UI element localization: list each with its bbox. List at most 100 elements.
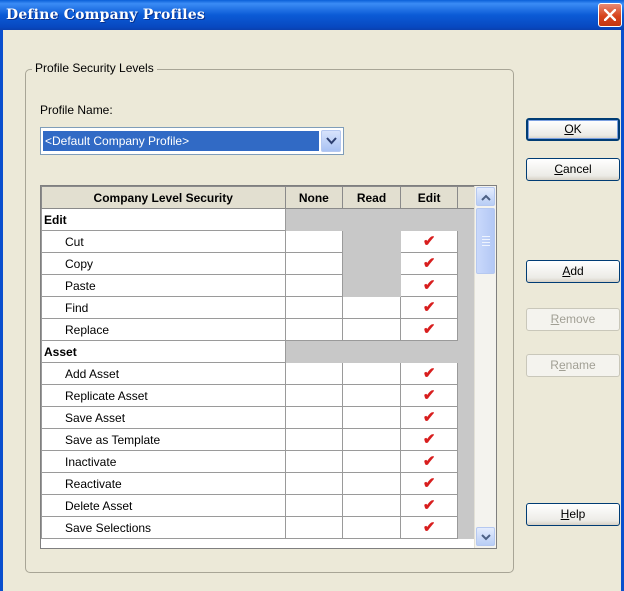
read-cell[interactable] <box>342 252 401 275</box>
table-row[interactable]: Copy ✔ <box>41 252 496 275</box>
read-cell[interactable] <box>342 362 401 385</box>
read-cell[interactable] <box>342 318 401 341</box>
none-cell[interactable] <box>284 362 344 385</box>
column-header-edit[interactable]: Edit <box>399 186 459 209</box>
read-cell[interactable] <box>342 406 401 429</box>
scroll-down-button[interactable] <box>476 527 495 546</box>
none-cell[interactable] <box>284 230 344 253</box>
none-cell[interactable] <box>284 516 344 539</box>
table-row[interactable]: Save as Template ✔ <box>41 428 496 451</box>
security-grid[interactable]: Company Level Security None Read Edit Ed… <box>40 185 497 549</box>
window-border-left <box>0 30 3 591</box>
section-row: Asset <box>41 340 496 363</box>
permission-label: Find <box>41 296 286 319</box>
edit-cell[interactable]: ✔ <box>399 230 459 253</box>
checkmark-icon: ✔ <box>422 232 436 250</box>
scroll-thumb[interactable] <box>476 208 495 274</box>
edit-cell[interactable]: ✔ <box>399 252 459 275</box>
ok-button[interactable]: OK <box>526 118 620 141</box>
read-cell[interactable] <box>342 472 401 495</box>
checkmark-icon: ✔ <box>422 276 436 294</box>
none-cell[interactable] <box>284 252 344 275</box>
none-cell[interactable] <box>284 494 344 517</box>
none-cell[interactable] <box>284 428 344 451</box>
chevron-down-icon <box>481 534 491 541</box>
window-title: Define Company Profiles <box>6 7 205 23</box>
edit-cell[interactable]: ✔ <box>399 450 459 473</box>
profile-name-label: Profile Name: <box>40 103 113 117</box>
permission-label: Cut <box>41 230 286 253</box>
table-row[interactable]: Save Asset ✔ <box>41 406 496 429</box>
edit-cell[interactable]: ✔ <box>399 318 459 341</box>
checkmark-icon: ✔ <box>422 298 436 316</box>
column-header-none[interactable]: None <box>284 186 344 209</box>
column-header-read[interactable]: Read <box>342 186 401 209</box>
column-header-security[interactable]: Company Level Security <box>41 186 286 209</box>
read-cell[interactable] <box>342 450 401 473</box>
table-row[interactable]: Replicate Asset ✔ <box>41 384 496 407</box>
table-row[interactable]: Add Asset ✔ <box>41 362 496 385</box>
section-cell <box>342 208 401 231</box>
edit-cell[interactable]: ✔ <box>399 494 459 517</box>
permission-label: Paste <box>41 274 286 297</box>
section-cell <box>399 208 459 231</box>
read-cell[interactable] <box>342 516 401 539</box>
none-cell[interactable] <box>284 472 344 495</box>
profile-dropdown-button[interactable] <box>321 130 341 152</box>
table-row[interactable]: Find ✔ <box>41 296 496 319</box>
group-legend: Profile Security Levels <box>32 61 157 75</box>
permission-label: Reactivate <box>41 472 286 495</box>
table-row[interactable]: Replace ✔ <box>41 318 496 341</box>
chevron-up-icon <box>481 194 491 201</box>
read-cell[interactable] <box>342 296 401 319</box>
table-row[interactable]: Reactivate ✔ <box>41 472 496 495</box>
add-button[interactable]: Add <box>526 260 620 283</box>
edit-cell[interactable]: ✔ <box>399 384 459 407</box>
cancel-button[interactable]: Cancel <box>526 158 620 181</box>
define-company-profiles-dialog: Define Company Profiles Profile Security… <box>0 0 624 591</box>
edit-cell[interactable]: ✔ <box>399 274 459 297</box>
checkmark-icon: ✔ <box>422 386 436 404</box>
edit-cell[interactable]: ✔ <box>399 516 459 539</box>
permission-label: Delete Asset <box>41 494 286 517</box>
none-cell[interactable] <box>284 406 344 429</box>
table-row[interactable]: Save Selections ✔ <box>41 516 496 539</box>
title-bar[interactable]: Define Company Profiles <box>0 0 624 30</box>
permission-label: Add Asset <box>41 362 286 385</box>
read-cell[interactable] <box>342 428 401 451</box>
none-cell[interactable] <box>284 384 344 407</box>
edit-cell[interactable]: ✔ <box>399 296 459 319</box>
none-cell[interactable] <box>284 296 344 319</box>
edit-cell[interactable]: ✔ <box>399 362 459 385</box>
table-row[interactable]: Paste ✔ <box>41 274 496 297</box>
edit-cell[interactable]: ✔ <box>399 406 459 429</box>
checkmark-icon: ✔ <box>422 320 436 338</box>
section-label: Edit <box>41 208 286 231</box>
permission-label: Save Selections <box>41 516 286 539</box>
grid-vertical-scrollbar[interactable] <box>474 186 496 548</box>
none-cell[interactable] <box>284 318 344 341</box>
close-button[interactable] <box>598 3 622 27</box>
read-cell[interactable] <box>342 230 401 253</box>
checkmark-icon: ✔ <box>422 430 436 448</box>
section-cell <box>284 208 344 231</box>
rename-button[interactable]: Rename <box>526 354 620 377</box>
read-cell[interactable] <box>342 494 401 517</box>
none-cell[interactable] <box>284 450 344 473</box>
none-cell[interactable] <box>284 274 344 297</box>
section-cell <box>284 340 344 363</box>
table-row[interactable]: Delete Asset ✔ <box>41 494 496 517</box>
edit-cell[interactable]: ✔ <box>399 472 459 495</box>
permission-label: Save Asset <box>41 406 286 429</box>
table-row[interactable]: Inactivate ✔ <box>41 450 496 473</box>
profile-name-combobox[interactable]: <Default Company Profile> <box>40 127 344 155</box>
scroll-up-button[interactable] <box>476 187 495 206</box>
table-row[interactable]: Cut ✔ <box>41 230 496 253</box>
checkmark-icon: ✔ <box>422 364 436 382</box>
edit-cell[interactable]: ✔ <box>399 428 459 451</box>
read-cell[interactable] <box>342 384 401 407</box>
read-cell[interactable] <box>342 274 401 297</box>
help-button[interactable]: Help <box>526 503 620 526</box>
remove-button[interactable]: Remove <box>526 308 620 331</box>
chevron-down-icon <box>326 137 337 145</box>
